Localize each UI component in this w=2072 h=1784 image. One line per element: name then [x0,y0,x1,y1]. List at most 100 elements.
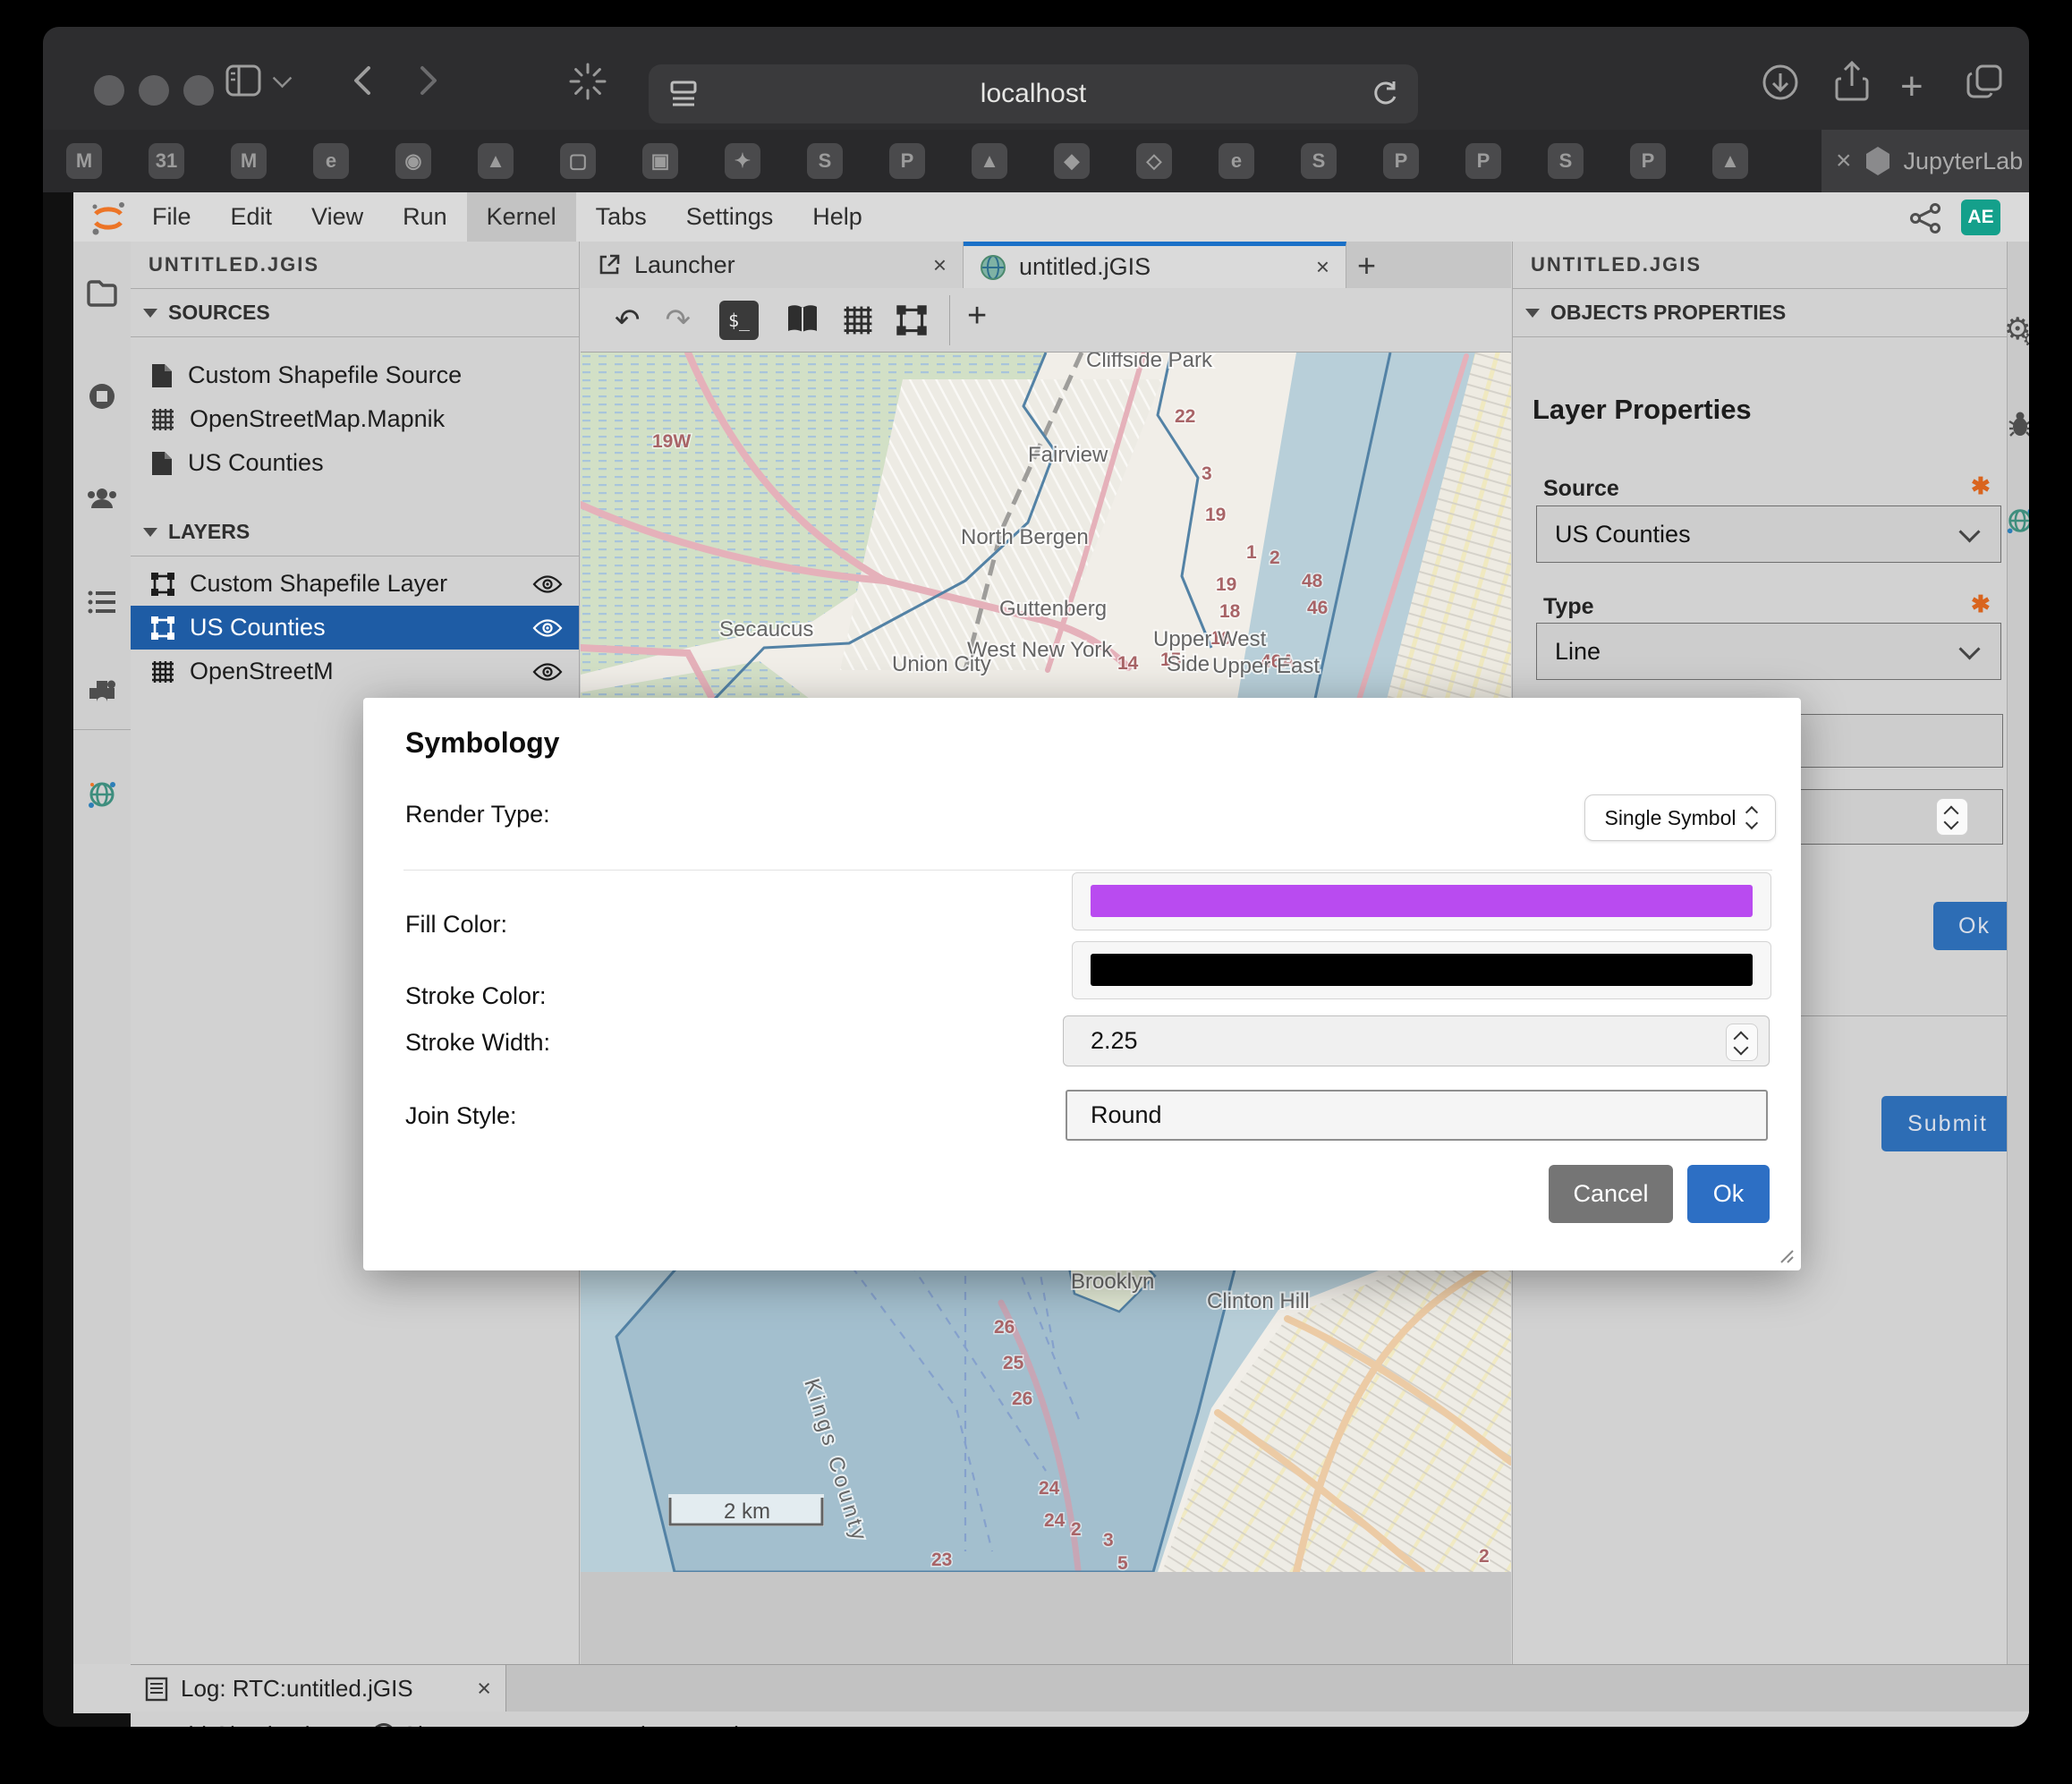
raster-grid-icon[interactable] [842,304,874,336]
bookmark-favicon[interactable]: S [1548,143,1584,179]
menu-kernel[interactable]: Kernel [467,192,576,242]
minimize-window-button[interactable] [139,75,169,106]
bookmark-favicon[interactable]: ▣ [642,143,678,179]
jupytergis-icon[interactable] [86,778,118,811]
chevron-down-icon[interactable] [273,69,292,88]
source-item-custom-shapefile-source[interactable]: Custom Shapefile Source [131,353,579,397]
close-icon[interactable]: × [1836,146,1852,176]
bookmark-favicon[interactable]: ✦ [725,143,760,179]
user-avatar[interactable]: AE [1961,200,2000,235]
bookmark-favicon[interactable]: P [1465,143,1501,179]
layer-item-custom-shapefile-layer[interactable]: Custom Shapefile Layer [131,562,579,606]
bookmark-favicon[interactable]: 31 [149,143,184,179]
bookmark-favicon[interactable]: ◆ [1054,143,1090,179]
sidebar-toggle-icon[interactable] [225,63,264,98]
bookmark-favicon[interactable]: ▲ [972,143,1007,179]
bookmark-favicon[interactable]: ▲ [478,143,514,179]
share-nodes-icon[interactable] [1909,203,1941,234]
layer-item-openstreetm[interactable]: OpenStreetM [131,650,579,693]
bookmark-favicon[interactable]: P [889,143,925,179]
zoom-window-button[interactable] [183,75,214,106]
bookmark-favicon[interactable]: P [1383,143,1419,179]
layer-visibility-eye-icon[interactable] [532,662,563,682]
bookmark-favicon[interactable]: ◇ [1136,143,1172,179]
extensions-icon[interactable] [86,675,118,708]
table-of-contents-icon[interactable] [86,586,118,618]
stroke-color-field[interactable] [1072,941,1771,999]
log-panel-tab[interactable]: Log: RTC:untitled.jGIS × [131,1665,506,1712]
bookmark-favicon[interactable]: e [1219,143,1254,179]
add-layer-plus-button[interactable]: + [967,297,987,336]
join-style-select[interactable]: Round [1066,1090,1768,1141]
basemap-book-icon[interactable] [785,302,820,338]
source-item-us-counties[interactable]: US Counties [131,441,579,485]
cancel-button[interactable]: Cancel [1549,1165,1673,1223]
layers-section-header[interactable]: LAYERS [131,508,579,556]
tab-untitled-jgis[interactable]: untitled.jGIS × [964,242,1346,288]
layer-visibility-eye-icon[interactable] [532,574,563,594]
forward-button[interactable] [412,63,444,98]
objects-properties-header[interactable]: OBJECTS PROPERTIES [1513,289,2007,337]
tab-launcher[interactable]: Launcher × [581,242,964,288]
downloads-icon[interactable] [1761,63,1800,102]
stroke-width-input[interactable]: 2.25 [1063,1015,1770,1066]
tab-overview-icon[interactable] [1965,63,2006,102]
console-button[interactable]: $_ [719,301,759,340]
menu-view[interactable]: View [292,192,383,242]
close-tab-icon[interactable]: × [1316,253,1329,281]
reader-icon[interactable] [668,80,699,108]
bookmark-favicon[interactable]: ▲ [1712,143,1748,179]
bookmark-favicon[interactable]: M [231,143,267,179]
type-select[interactable]: Line [1536,623,2001,680]
fill-color-swatch[interactable] [1091,885,1753,917]
stroke-color-swatch[interactable] [1091,954,1753,986]
bookmark-favicon[interactable]: ◉ [395,143,431,179]
render-type-select[interactable]: Single Symbol [1584,794,1776,841]
debugger-bug-icon[interactable] [2007,410,2029,438]
collaboration-icon[interactable] [86,483,118,515]
add-checkpoint-button[interactable]: +Add Checkpoint [143,1719,329,1728]
menu-settings[interactable]: Settings [667,192,794,242]
layer-item-us-counties[interactable]: US Counties [131,606,579,650]
layer-visibility-eye-icon[interactable] [532,618,563,638]
new-tab-button[interactable]: + [1900,64,1923,109]
address-bar[interactable]: localhost [649,64,1418,123]
settings-gears-icon[interactable]: ⚙⚙ [2004,311,2029,347]
back-button[interactable] [347,63,379,98]
menu-run[interactable]: Run [383,192,467,242]
reload-icon[interactable] [1370,79,1400,109]
ok-button[interactable]: Ok [1687,1165,1770,1223]
bookmark-favicon[interactable]: M [66,143,102,179]
sources-section-header[interactable]: SOURCES [131,289,579,337]
bookmark-favicon[interactable]: S [807,143,843,179]
redo-button[interactable]: ↷ [666,302,692,338]
panel-ok-button[interactable]: Ok [1933,902,2016,950]
menu-file[interactable]: File [132,192,211,242]
menu-help[interactable]: Help [793,192,882,242]
source-item-openstreetmap-mapnik[interactable]: OpenStreetMap.Mapnik [131,397,579,441]
menu-tabs[interactable]: Tabs [576,192,667,242]
bookmark-favicon[interactable]: P [1630,143,1666,179]
bookmark-favicon[interactable]: S [1301,143,1337,179]
new-tab-plus-button[interactable]: + [1357,247,1376,285]
close-log-tab-icon[interactable]: × [477,1675,491,1703]
clear-log-button[interactable]: Clear Log [372,1721,502,1728]
fill-color-field[interactable] [1072,872,1771,930]
close-tab-icon[interactable]: × [933,251,947,279]
pinned-tab-jupyterlab[interactable]: × JupyterLab [1821,130,2029,192]
submit-button[interactable]: Submit [1881,1096,2014,1151]
undo-button[interactable]: ↶ [615,302,641,338]
share-icon[interactable] [1832,61,1872,104]
resize-handle-icon[interactable] [1778,1247,1794,1263]
running-kernels-icon[interactable] [86,380,118,412]
stepper-buttons[interactable] [1726,1024,1758,1061]
menu-edit[interactable]: Edit [211,192,293,242]
bookmark-favicon[interactable]: ▢ [560,143,596,179]
vector-layer-icon[interactable] [896,304,928,336]
source-select[interactable]: US Counties [1536,505,2001,563]
file-browser-icon[interactable] [86,277,118,310]
stepper-buttons[interactable] [1936,798,1968,836]
jupytergis-panel-icon[interactable] [2005,505,2029,536]
bookmark-favicon[interactable]: e [313,143,349,179]
log-level-select[interactable]: Warning [679,1721,796,1728]
